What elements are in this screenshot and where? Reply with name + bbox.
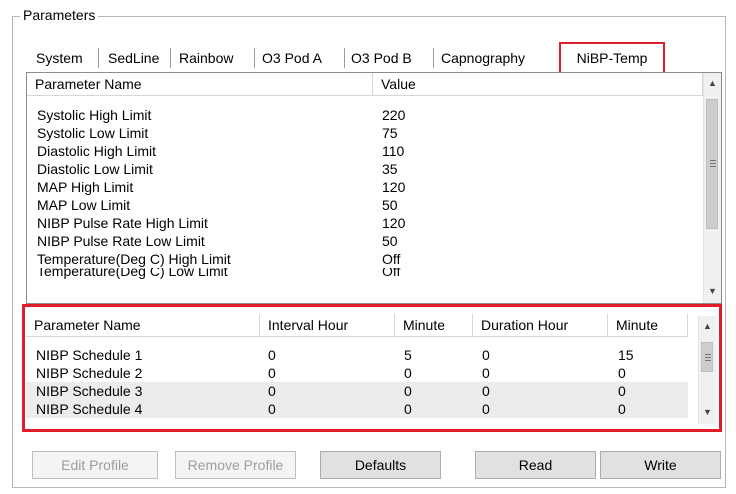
tab-strip: System SedLine Rainbow O3 Pod A O3 Pod B… (28, 42, 728, 74)
parameter-value: 35 (382, 161, 398, 177)
list-item[interactable]: MAP Low Limit 50 (27, 196, 703, 214)
parameter-name: Temperature(Deg C) High Limit (37, 251, 231, 267)
parameter-name: MAP Low Limit (37, 197, 131, 213)
read-button[interactable]: Read (475, 451, 596, 479)
tab-sedline[interactable]: SedLine (108, 46, 159, 70)
tab-nibp-temp[interactable]: NiBP-Temp (559, 42, 665, 74)
parameter-value: 110 (382, 143, 405, 159)
list-item[interactable]: Temperature(Deg C) Low Limit Off (27, 268, 703, 280)
list-item[interactable]: Systolic Low Limit 75 (27, 124, 703, 142)
parameter-name: Systolic High Limit (37, 107, 152, 123)
parameter-value: 220 (382, 107, 406, 123)
parameter-value: Off (382, 268, 401, 279)
tab-separator (98, 48, 99, 68)
remove-profile-button[interactable]: Remove Profile (175, 451, 296, 479)
defaults-button[interactable]: Defaults (320, 451, 441, 479)
parameter-value: Off (382, 251, 401, 267)
parameter-name: Diastolic Low Limit (37, 161, 153, 177)
tab-separator (254, 48, 255, 68)
highlight-box (22, 304, 722, 432)
parameter-name: Systolic Low Limit (37, 125, 149, 141)
parameter-value: 120 (382, 215, 406, 231)
scrollbar-thumb[interactable] (706, 99, 718, 229)
parameter-name: Diastolic High Limit (37, 143, 157, 159)
list-item[interactable]: Diastolic Low Limit 35 (27, 160, 703, 178)
parameter-name: MAP High Limit (37, 179, 134, 195)
parameter-value: 50 (382, 197, 398, 213)
parameter-name: NIBP Pulse Rate Low Limit (37, 233, 205, 249)
parameter-value: 75 (382, 125, 398, 141)
tab-o3-pod-b[interactable]: O3 Pod B (351, 46, 412, 70)
list-item[interactable]: Systolic High Limit 220 (27, 106, 703, 124)
list-header: Parameter Name Value (27, 73, 703, 96)
parameter-list-scrollbar[interactable]: ▲ ▼ (703, 73, 721, 303)
scroll-down-arrow-icon[interactable]: ▼ (704, 283, 721, 300)
edit-profile-button[interactable]: Edit Profile (32, 451, 158, 479)
write-button[interactable]: Write (600, 451, 721, 479)
list-item[interactable]: NIBP Pulse Rate High Limit 120 (27, 214, 703, 232)
parameter-list: Parameter Name Value Systolic High Limit… (26, 72, 722, 304)
parameter-value: 50 (382, 233, 398, 249)
tab-o3-pod-a[interactable]: O3 Pod A (262, 46, 322, 70)
list-item[interactable]: NIBP Pulse Rate Low Limit 50 (27, 232, 703, 250)
list-item[interactable]: MAP High Limit 120 (27, 178, 703, 196)
tab-separator (433, 48, 434, 68)
parameter-name: Temperature(Deg C) Low Limit (37, 268, 228, 279)
list-item[interactable]: Temperature(Deg C) High Limit Off (27, 250, 703, 268)
tab-capnography[interactable]: Capnography (441, 46, 525, 70)
scroll-up-arrow-icon[interactable]: ▲ (704, 75, 721, 92)
tab-separator (170, 48, 171, 68)
tab-rainbow[interactable]: Rainbow (179, 46, 233, 70)
column-header-parameter-name[interactable]: Parameter Name (27, 73, 373, 95)
tab-separator (344, 48, 345, 68)
tab-system[interactable]: System (36, 46, 83, 70)
groupbox-title: Parameters (20, 7, 99, 23)
column-header-value[interactable]: Value (373, 73, 703, 95)
parameter-name: NIBP Pulse Rate High Limit (37, 215, 208, 231)
list-item[interactable]: Diastolic High Limit 110 (27, 142, 703, 160)
parameter-value: 120 (382, 179, 406, 195)
